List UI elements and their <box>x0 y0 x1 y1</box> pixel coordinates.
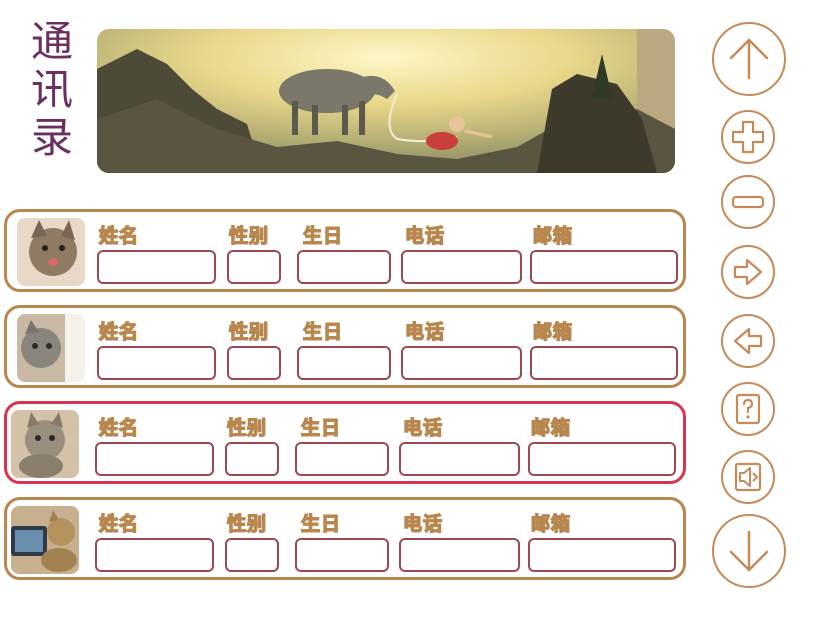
gender-label: 性别 <box>228 224 270 247</box>
name-input[interactable] <box>97 346 216 380</box>
birthday-label: 生日 <box>300 512 342 535</box>
phone-label: 电话 <box>404 320 446 343</box>
email-label: 邮箱 <box>532 320 574 343</box>
gender-input[interactable] <box>227 346 281 380</box>
name-input[interactable] <box>95 538 214 572</box>
next-page-button[interactable] <box>721 245 775 299</box>
scroll-up-button[interactable] <box>712 22 786 96</box>
phone-input[interactable] <box>401 346 522 380</box>
gender-label: 性别 <box>226 416 268 439</box>
title-char: 讯 <box>30 65 73 114</box>
avatar <box>17 314 85 382</box>
plus-icon <box>731 120 765 154</box>
phone-label: 电话 <box>402 416 444 439</box>
avatar <box>11 410 79 478</box>
gender-label: 性别 <box>228 320 270 343</box>
previous-page-button[interactable] <box>721 314 775 368</box>
help-icon <box>735 393 761 425</box>
contact-card[interactable]: 姓名 性别 生日 电话 邮箱 <box>4 305 686 388</box>
name-input[interactable] <box>95 442 214 476</box>
arrow-left-icon <box>733 327 763 355</box>
phone-input[interactable] <box>401 250 522 284</box>
birthday-input[interactable] <box>297 250 391 284</box>
title-char: 通 <box>30 17 73 66</box>
name-label: 姓名 <box>98 320 140 343</box>
birthday-label: 生日 <box>302 224 344 247</box>
birthday-input[interactable] <box>295 442 389 476</box>
name-label: 姓名 <box>98 224 140 247</box>
email-label: 邮箱 <box>530 512 572 535</box>
contact-card-selected[interactable]: 姓名 性别 生日 电话 邮箱 <box>4 401 686 484</box>
delete-contact-button[interactable] <box>721 175 775 229</box>
email-input[interactable] <box>530 346 678 380</box>
avatar <box>11 506 79 574</box>
arrow-up-icon <box>729 38 769 80</box>
phone-input[interactable] <box>399 538 520 572</box>
help-button[interactable] <box>721 382 775 436</box>
gender-input[interactable] <box>225 442 279 476</box>
email-label: 邮箱 <box>532 224 574 247</box>
gender-input[interactable] <box>227 250 281 284</box>
arrow-down-icon <box>729 530 769 572</box>
name-label: 姓名 <box>98 512 140 535</box>
email-input[interactable] <box>528 442 676 476</box>
email-input[interactable] <box>528 538 676 572</box>
gender-label: 性别 <box>226 512 268 535</box>
email-label: 邮箱 <box>530 416 572 439</box>
sound-button[interactable] <box>721 450 775 504</box>
birthday-label: 生日 <box>302 320 344 343</box>
avatar <box>17 218 85 286</box>
birthday-input[interactable] <box>295 538 389 572</box>
banner-image <box>97 29 675 173</box>
name-input[interactable] <box>97 250 216 284</box>
phone-input[interactable] <box>399 442 520 476</box>
birthday-label: 生日 <box>300 416 342 439</box>
phone-label: 电话 <box>402 512 444 535</box>
birthday-input[interactable] <box>297 346 391 380</box>
phone-label: 电话 <box>404 224 446 247</box>
scroll-down-button[interactable] <box>712 514 786 588</box>
minus-icon <box>731 195 765 209</box>
add-contact-button[interactable] <box>721 110 775 164</box>
email-input[interactable] <box>530 250 678 284</box>
title-char: 录 <box>30 113 73 162</box>
sound-icon <box>734 462 762 492</box>
contact-card[interactable]: 姓名 性别 生日 电话 邮箱 <box>4 497 686 580</box>
arrow-right-icon <box>733 258 763 286</box>
gender-input[interactable] <box>225 538 279 572</box>
page-title: 通 讯 录 <box>26 18 78 162</box>
name-label: 姓名 <box>98 416 140 439</box>
contact-card[interactable]: 姓名 性别 生日 电话 邮箱 <box>4 209 686 292</box>
